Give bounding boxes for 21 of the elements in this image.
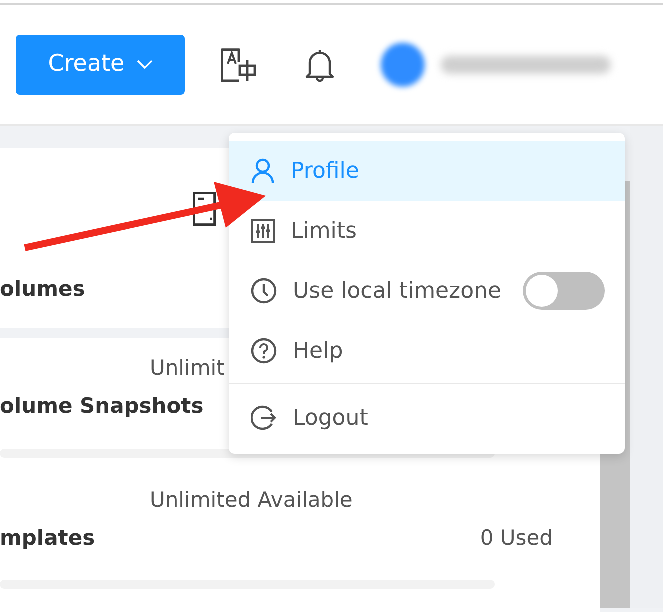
translate-icon[interactable] bbox=[221, 48, 257, 82]
availability-text: Unlimited Available bbox=[150, 488, 353, 512]
sliders-icon bbox=[251, 219, 275, 243]
quota-title: olume Snapshots bbox=[0, 393, 204, 420]
quota-title: mplates bbox=[0, 524, 96, 552]
server-icon bbox=[193, 192, 216, 226]
user-icon bbox=[251, 158, 275, 184]
availability-text: Unlimit bbox=[150, 356, 225, 380]
avatar[interactable] bbox=[381, 42, 425, 86]
quota-title: olumes bbox=[0, 276, 86, 303]
caret-icon bbox=[136, 60, 153, 70]
menu-item[interactable]: Help bbox=[229, 321, 625, 381]
menu-item[interactable]: Logout bbox=[229, 388, 625, 448]
used-count: 0 Used bbox=[480, 524, 553, 552]
menu-item[interactable]: Limits bbox=[229, 201, 625, 261]
logout-icon bbox=[251, 405, 277, 431]
menu-item[interactable]: Use local timezone bbox=[229, 261, 625, 321]
help-icon bbox=[251, 338, 277, 364]
toggle-switch[interactable] bbox=[523, 272, 605, 310]
bell-icon[interactable] bbox=[305, 48, 335, 82]
clock-icon bbox=[251, 278, 277, 304]
